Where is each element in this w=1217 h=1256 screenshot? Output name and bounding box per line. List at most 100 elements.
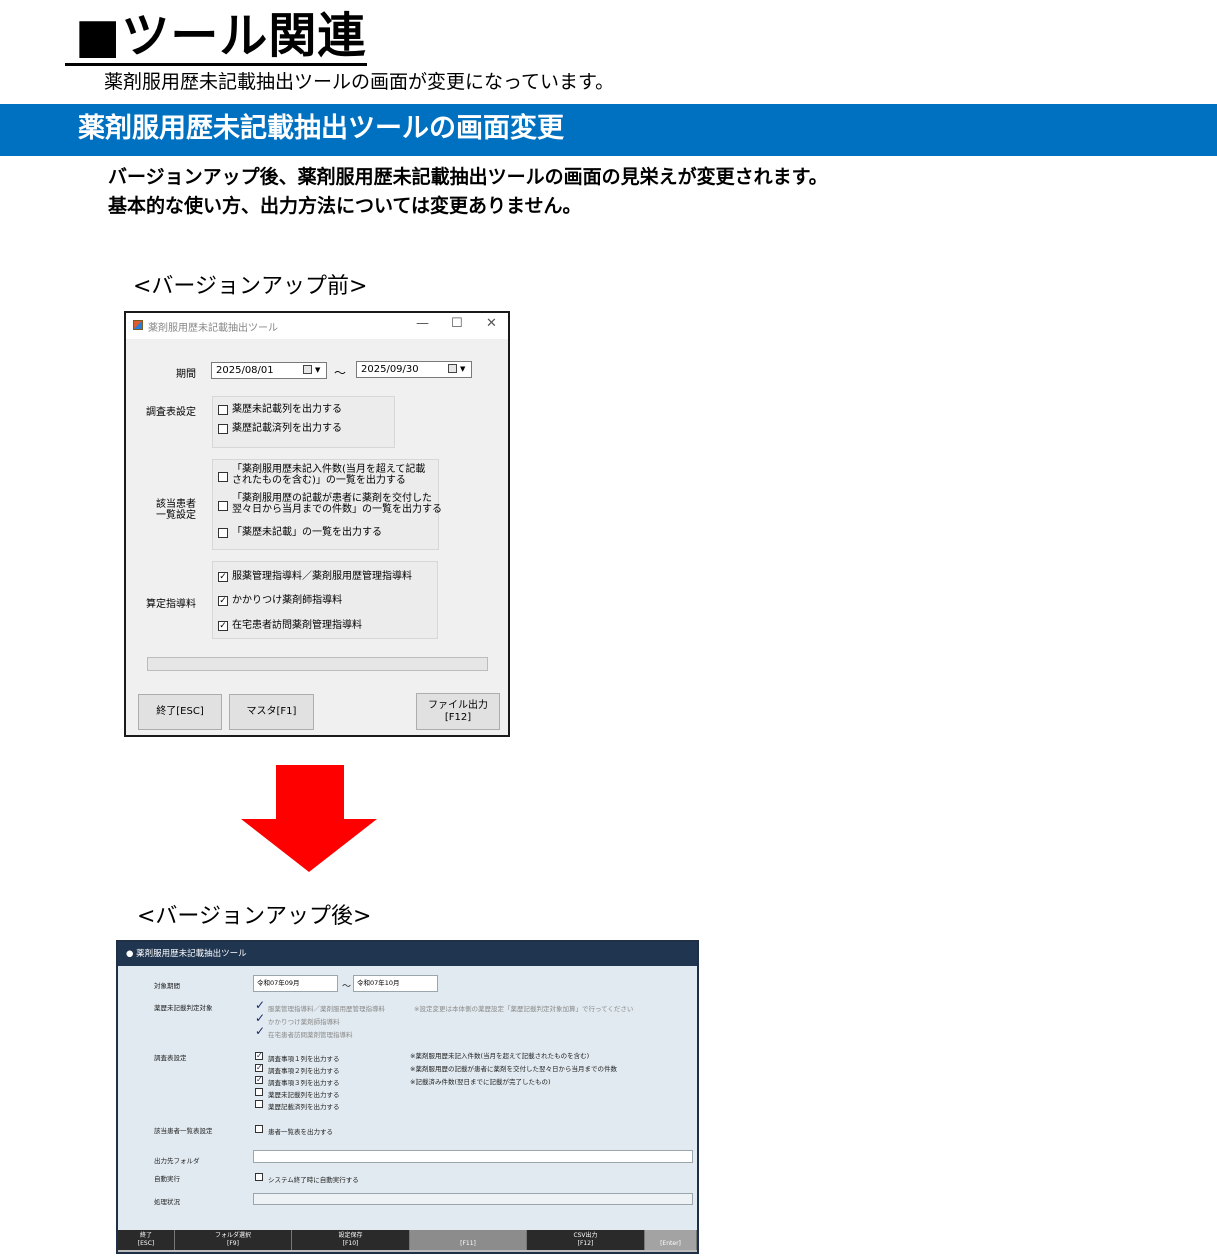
master-button-label: マスタ[F1] — [246, 706, 297, 717]
survey-note-3: ※記載済み件数(翌日までに記載が完了したもの) — [410, 1078, 551, 1086]
save-settings-key-label: 設定保存 — [338, 1232, 363, 1239]
range-tilde: ～ — [342, 982, 352, 992]
file-output-button[interactable]: ファイル出力 [F12] — [416, 693, 500, 730]
enter-key[interactable]: [Enter] — [645, 1230, 697, 1250]
folder-select-key[interactable]: フォルダ選択 [F9] — [175, 1230, 292, 1250]
survey-checkbox-3[interactable]: ✓ — [255, 1076, 263, 1084]
output-folder-input[interactable] — [253, 1150, 693, 1163]
calc-checkbox-1[interactable]: ✓ — [218, 572, 228, 582]
survey-checkbox-4[interactable] — [255, 1088, 263, 1096]
f11-key-label — [410, 1232, 526, 1240]
survey-checkbox-1[interactable]: ✓ — [255, 1052, 263, 1060]
patients-list-checkbox[interactable] — [255, 1125, 263, 1133]
enter-key-label — [645, 1232, 696, 1240]
auto-run-label: 自動実行 — [154, 1175, 180, 1183]
patient-option-3: 「薬歴未記載」の一覧を出力する — [232, 527, 382, 538]
survey-checkbox-1[interactable] — [218, 405, 228, 415]
exit-button-label: 終了[ESC] — [156, 706, 204, 717]
period-label: 期間 — [176, 369, 196, 380]
judge-check-icon-2: ✓ — [255, 1011, 266, 1025]
calc-option-2: かかりつけ薬剤師指導料 — [232, 595, 343, 606]
caption-after: <バージョンアップ後> — [137, 904, 372, 929]
old-window-title: 薬剤服用歴未記載抽出ツール — [148, 323, 278, 334]
period-to-field[interactable]: 令和07年10月 — [353, 975, 438, 992]
date-to-value: 2025/09/30 — [361, 364, 419, 375]
csv-output-key[interactable]: CSV出力 [F12] — [527, 1230, 645, 1250]
new-tool-window: ● 薬剤服用歴未記載抽出ツール 対象期間 令和07年09月 ～ 令和07年10月… — [116, 940, 699, 1254]
down-arrow-icon — [241, 819, 377, 872]
patient-checkbox-2[interactable] — [218, 501, 228, 511]
maximize-icon[interactable]: ☐ — [451, 316, 463, 331]
judge-check-icon-1: ✓ — [255, 998, 266, 1012]
date-from-value: 2025/08/01 — [216, 365, 274, 376]
new-window-title: ● 薬剤服用歴未記載抽出ツール — [118, 942, 697, 966]
survey-label: 調査表設定 — [146, 407, 196, 418]
output-folder-label: 出力先フォルダ — [154, 1157, 200, 1165]
patient-option-2-line-1: 「薬剤服用歴の記載が患者に薬剤を交付した — [232, 493, 432, 504]
judge-option-3: 在宅患者訪問薬剤管理指導料 — [268, 1031, 353, 1039]
close-icon[interactable]: ✕ — [486, 316, 497, 331]
date-to-picker[interactable]: 2025/09/30 ▼ — [356, 361, 472, 378]
title-underline — [65, 63, 367, 66]
judge-option-2: かかりつけ薬剤師指導料 — [268, 1018, 340, 1026]
csv-output-key-label: CSV出力 — [573, 1232, 598, 1239]
survey-checkbox-2[interactable]: ✓ — [255, 1064, 263, 1072]
judge-label: 薬歴未記載判定対象 — [154, 1004, 213, 1012]
f11-key[interactable]: [F11] — [410, 1230, 527, 1250]
exit-button[interactable]: 終了[ESC] — [138, 694, 222, 730]
master-button[interactable]: マスタ[F1] — [229, 694, 314, 730]
old-window-titlebar: 薬剤服用歴未記載抽出ツール — ☐ ✕ — [126, 313, 508, 339]
exit-key[interactable]: 終了 [ESC] — [118, 1230, 175, 1250]
folder-select-key-label: フォルダ選択 — [214, 1232, 251, 1239]
patient-checkbox-1[interactable] — [218, 472, 228, 482]
patient-checkbox-3[interactable] — [218, 528, 228, 538]
save-settings-key[interactable]: 設定保存 [F10] — [292, 1230, 410, 1250]
calc-checkbox-3[interactable]: ✓ — [218, 621, 228, 631]
auto-run-option: システム終了時に自動実行する — [268, 1176, 359, 1184]
judge-option-1: 服薬管理指導料／薬剤服用歴管理指導料 — [268, 1005, 385, 1013]
minimize-icon[interactable]: — — [416, 316, 429, 331]
section-heading: 薬剤服用歴未記載抽出ツールの画面変更 — [78, 113, 564, 144]
exit-key-label: 終了 — [139, 1232, 152, 1239]
target-period-label: 対象期間 — [154, 982, 180, 990]
caption-before: <バージョンアップ前> — [133, 274, 368, 299]
status-progress-bar — [253, 1193, 693, 1205]
survey-checkbox-5[interactable] — [255, 1100, 263, 1108]
auto-run-checkbox[interactable] — [255, 1173, 263, 1181]
calc-checkbox-2[interactable]: ✓ — [218, 596, 228, 606]
calendar-icon[interactable] — [303, 365, 312, 374]
survey-option-1: 調査事項１列を出力する — [268, 1055, 340, 1063]
survey-checkbox-2[interactable] — [218, 424, 228, 434]
patient-option-2-line-2: 翌々日から当月までの件数」の一覧を出力する — [232, 504, 442, 515]
f11-key-code: [F11] — [460, 1240, 476, 1247]
file-output-key: [F12] — [444, 711, 472, 723]
page-title: ■ツール関連 — [75, 8, 367, 64]
survey-option-2: 薬歴記載済列を出力する — [232, 423, 342, 434]
patients-list-label: 該当患者一覧表設定 — [154, 1127, 213, 1135]
judge-note: ※設定変更は本体側の薬歴設定「薬歴記載判定対象加算」で行ってください — [414, 1005, 634, 1013]
judge-check-icon-3: ✓ — [255, 1024, 266, 1038]
survey-option-1: 薬歴未記載列を出力する — [232, 404, 342, 415]
patients-list-option: 患者一覧表を出力する — [268, 1128, 333, 1136]
description-line-1: バージョンアップ後、薬剤服用歴未記載抽出ツールの画面の見栄えが変更されます。 — [108, 166, 828, 188]
period-from-field[interactable]: 令和07年09月 — [253, 975, 338, 992]
survey-option-4: 薬歴未記載列を出力する — [268, 1091, 340, 1099]
date-from-picker[interactable]: 2025/08/01 ▼ — [211, 362, 327, 379]
file-output-label: ファイル出力 — [428, 699, 488, 711]
survey-note-2: ※薬剤服用歴の記載が患者に薬剤を交付した翌々日から当月までの件数 — [410, 1065, 617, 1073]
calc-label: 算定指導料 — [146, 599, 196, 610]
description-line-2: 基本的な使い方、出力方法については変更ありません。 — [108, 195, 582, 217]
calendar-icon[interactable] — [448, 364, 457, 373]
app-icon — [133, 320, 143, 330]
survey-label: 調査表設定 — [154, 1054, 187, 1062]
calc-option-3: 在宅患者訪問薬剤管理指導料 — [232, 620, 362, 631]
dropdown-arrow-icon[interactable]: ▼ — [315, 363, 320, 377]
survey-option-2: 調査事項２列を出力する — [268, 1067, 340, 1075]
status-label: 処理状況 — [154, 1198, 180, 1206]
dropdown-arrow-icon[interactable]: ▼ — [460, 362, 465, 376]
page-subtitle: 薬剤服用歴未記載抽出ツールの画面が変更になっています。 — [104, 71, 615, 93]
exit-key-code: [ESC] — [137, 1240, 155, 1247]
old-tool-window: 薬剤服用歴未記載抽出ツール — ☐ ✕ 期間 2025/08/01 ▼ ～ 20… — [124, 311, 510, 737]
folder-select-key-code: [F9] — [227, 1240, 239, 1247]
range-tilde: ～ — [334, 366, 347, 380]
